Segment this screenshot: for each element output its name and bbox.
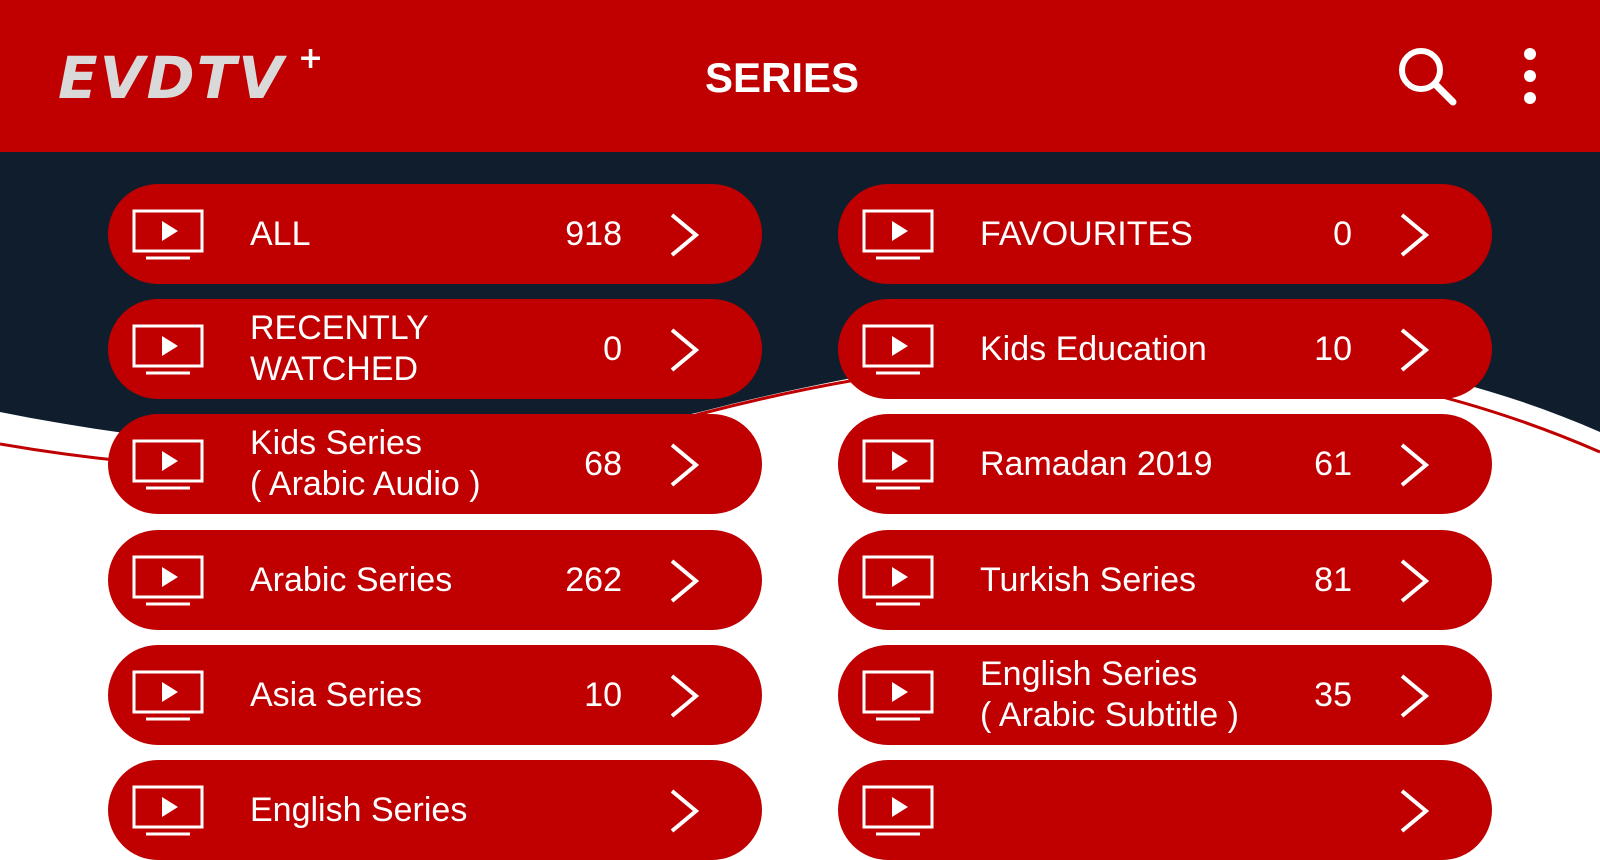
category-label: RECENTLY WATCHED	[250, 309, 429, 388]
tv-play-icon	[862, 785, 934, 836]
category-item[interactable]: FAVOURITES 0	[838, 184, 1492, 284]
category-item[interactable]: English Series	[108, 760, 762, 860]
category-label: English Series	[250, 790, 468, 829]
search-icon	[1399, 48, 1457, 106]
category-item[interactable]: Turkish Series 81	[838, 530, 1492, 630]
tv-play-icon	[132, 209, 204, 260]
category-label: Kids Series ( Arabic Audio )	[250, 424, 481, 503]
category-item[interactable]: Kids Series ( Arabic Audio ) 68	[108, 414, 762, 514]
tv-play-icon	[132, 785, 204, 836]
category-count: 918	[565, 214, 622, 253]
tv-play-icon	[132, 324, 204, 375]
category-count: 10	[584, 675, 622, 714]
category-item[interactable]: RECENTLY WATCHED 0	[108, 299, 762, 399]
more-options-button[interactable]	[1512, 44, 1548, 108]
category-count: 68	[584, 444, 622, 483]
tv-play-icon	[862, 555, 934, 606]
chevron-right-icon	[1400, 213, 1430, 257]
app-bar: EVDTV + SERIES	[0, 0, 1600, 152]
category-label: Arabic Series	[250, 560, 453, 599]
tv-play-icon	[132, 555, 204, 606]
category-item[interactable]: Kids Education 10	[838, 299, 1492, 399]
category-count: 10	[1314, 329, 1352, 368]
category-count: 0	[603, 329, 622, 368]
category-count: 0	[1333, 214, 1352, 253]
category-label: FAVOURITES	[980, 214, 1193, 253]
category-count: 81	[1314, 560, 1352, 599]
page-title: SERIES	[704, 54, 860, 101]
tv-play-icon	[862, 670, 934, 721]
tv-play-icon	[132, 670, 204, 721]
category-label: ALL	[250, 214, 311, 253]
category-label	[980, 760, 1280, 860]
category-label: Asia Series	[250, 675, 422, 714]
chevron-right-icon	[1400, 789, 1430, 833]
tv-play-icon	[132, 439, 204, 490]
category-item[interactable]: Ramadan 2019 61	[838, 414, 1492, 514]
category-item[interactable]: ALL 918	[108, 184, 762, 284]
chevron-right-icon	[670, 559, 700, 603]
category-label: Ramadan 2019	[980, 444, 1213, 483]
chevron-right-icon	[1400, 328, 1430, 372]
more-vertical-icon	[1524, 48, 1536, 104]
tv-play-icon	[862, 324, 934, 375]
category-item[interactable]: Arabic Series 262	[108, 530, 762, 630]
chevron-right-icon	[1400, 674, 1430, 718]
chevron-right-icon	[1400, 443, 1430, 487]
category-label: Turkish Series	[980, 560, 1197, 599]
chevron-right-icon	[670, 443, 700, 487]
category-label: Kids Education	[980, 329, 1207, 368]
category-item[interactable]: Asia Series 10	[108, 645, 762, 745]
tv-play-icon	[862, 439, 934, 490]
chevron-right-icon	[670, 789, 700, 833]
chevron-right-icon	[670, 328, 700, 372]
category-item[interactable]: English Series ( Arabic Subtitle ) 35	[838, 645, 1492, 745]
category-label: English Series ( Arabic Subtitle )	[980, 655, 1239, 734]
tv-play-icon	[862, 209, 934, 260]
category-count: 35	[1314, 675, 1352, 714]
chevron-right-icon	[1400, 559, 1430, 603]
chevron-right-icon	[670, 674, 700, 718]
category-item[interactable]	[838, 760, 1492, 860]
category-count: 262	[565, 560, 622, 599]
chevron-right-icon	[670, 213, 700, 257]
search-button[interactable]	[1395, 44, 1459, 108]
category-count: 61	[1314, 444, 1352, 483]
